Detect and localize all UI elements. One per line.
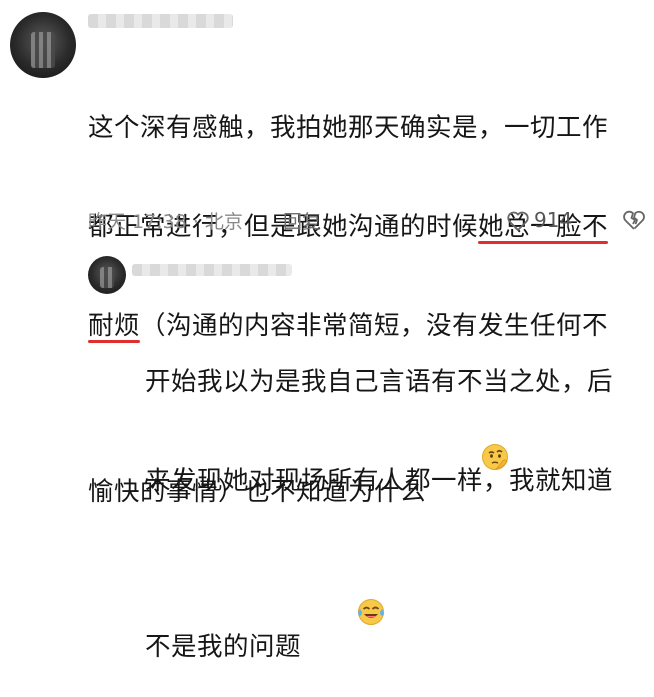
reply-line-2: 来发现她对现场所有人都一样，我就知道 bbox=[145, 466, 614, 496]
reply-username[interactable] bbox=[132, 264, 292, 276]
broken-heart-icon bbox=[622, 210, 646, 235]
heart-icon bbox=[506, 210, 530, 236]
comment-line-1: 这个深有感触，我拍她那天确实是，一切工作 bbox=[88, 113, 609, 143]
reply-line-3: 不是我的问题 bbox=[145, 564, 613, 664]
like-count: 914 bbox=[534, 208, 573, 232]
highlight-phrase-b: 耐烦 bbox=[88, 311, 141, 343]
reply-line-1: 开始我以为是我自己言语有不当之处，后 bbox=[145, 367, 614, 397]
comment-username[interactable] bbox=[88, 14, 233, 28]
comment-avatar[interactable] bbox=[10, 12, 76, 78]
avatar-blur bbox=[31, 31, 55, 69]
comment-timestamp: 昨天 17:38 · 北京 bbox=[88, 211, 243, 233]
like-button[interactable]: 914 bbox=[506, 208, 586, 236]
dislike-button[interactable] bbox=[622, 209, 648, 235]
reply-body: 开始我以为是我自己言语有不当之处，后 来发现她对现场所有人都一样，我就知道 不是… bbox=[145, 300, 613, 697]
reply-avatar[interactable] bbox=[88, 256, 126, 294]
avatar-blur bbox=[100, 267, 114, 289]
laughing-crying-face-icon bbox=[303, 564, 384, 625]
reply-button[interactable]: 回复 bbox=[283, 210, 321, 234]
